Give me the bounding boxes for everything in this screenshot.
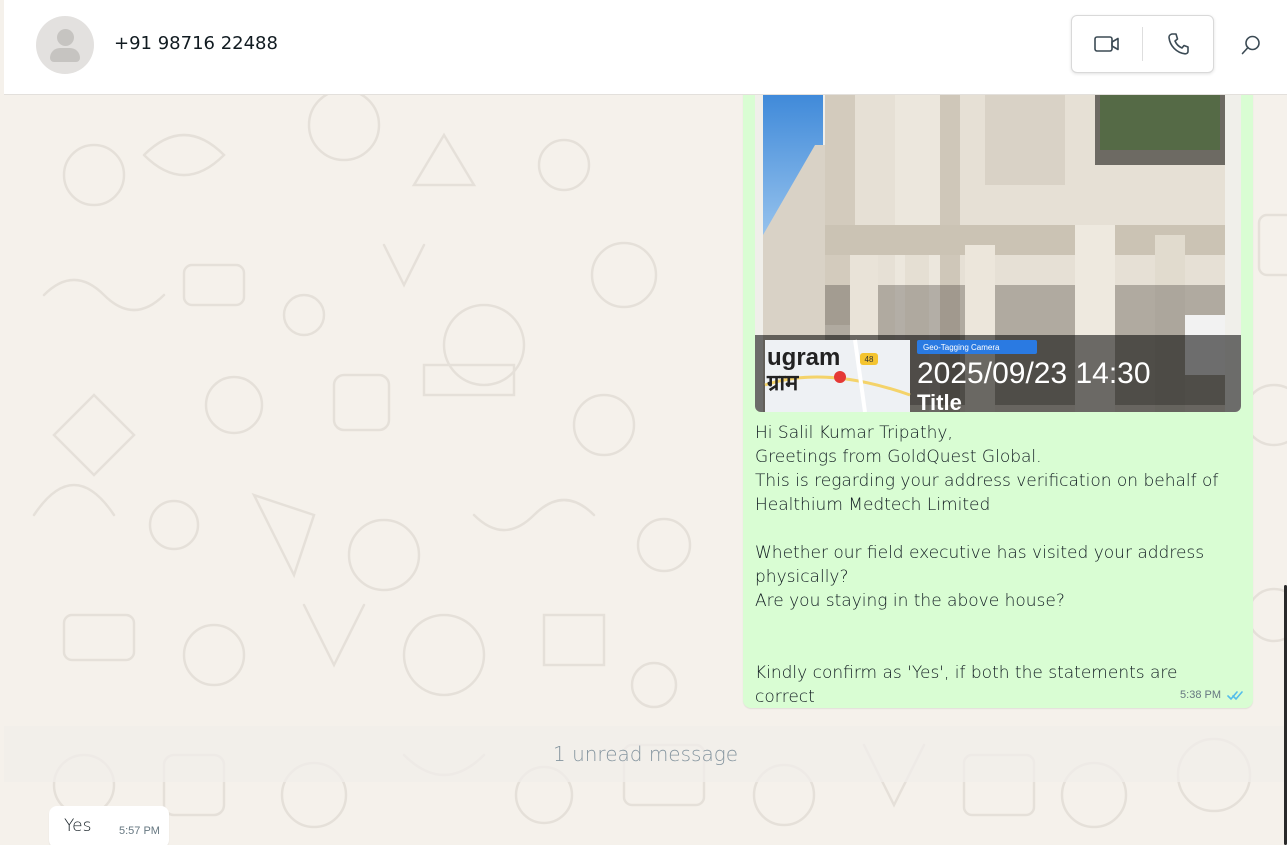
map-road-badge: 48 <box>865 355 874 364</box>
map-place-label: ugram <box>767 344 840 371</box>
incoming-message-time: 5:57 PM <box>119 825 160 837</box>
search-button[interactable] <box>1236 30 1266 60</box>
map-place-label-hindi: ग्राम <box>766 371 799 396</box>
unread-messages-label: 1 unread message <box>552 742 739 766</box>
search-icon <box>1241 35 1260 55</box>
outgoing-message-text: Hi Salil Kumar Tripathy, Greetings from … <box>755 423 1219 707</box>
building-photo-illustration: 48 ugram ग्राम Geo-Tagging Camera 2025/0… <box>755 95 1241 412</box>
outgoing-message-bubble[interactable]: 48 ugram ग्राम Geo-Tagging Camera 2025/0… <box>743 95 1253 708</box>
video-call-button[interactable] <box>1072 16 1142 72</box>
contact-name[interactable]: +91 98716 22488 <box>114 33 278 54</box>
unread-messages-divider: 1 unread message <box>4 726 1287 782</box>
call-button-group <box>1071 15 1214 73</box>
contact-avatar[interactable] <box>36 16 94 74</box>
avatar-head-shape <box>57 29 74 46</box>
phone-icon <box>1168 33 1189 55</box>
outgoing-message-meta: 5:38 PM <box>1180 689 1243 701</box>
voice-call-button[interactable] <box>1143 16 1213 72</box>
incoming-message-text: Yes <box>64 816 92 836</box>
incoming-message-bubble[interactable]: Yes 5:57 PM <box>49 806 169 845</box>
double-check-read-icon <box>1227 690 1243 700</box>
avatar-body-shape <box>50 48 80 62</box>
photo-timestamp: 2025/09/23 14:30 <box>917 357 1151 390</box>
camera-tag-label: Geo-Tagging Camera <box>923 343 1000 352</box>
chat-header: +91 98716 22488 <box>4 0 1287 95</box>
outgoing-message-time: 5:38 PM <box>1180 689 1221 701</box>
geotagged-house-photo[interactable]: 48 ugram ग्राम Geo-Tagging Camera 2025/0… <box>755 95 1241 412</box>
chat-panel[interactable]: 48 ugram ग्राम Geo-Tagging Camera 2025/0… <box>4 95 1287 845</box>
video-camera-icon <box>1094 36 1119 52</box>
photo-title: Title <box>917 390 962 412</box>
